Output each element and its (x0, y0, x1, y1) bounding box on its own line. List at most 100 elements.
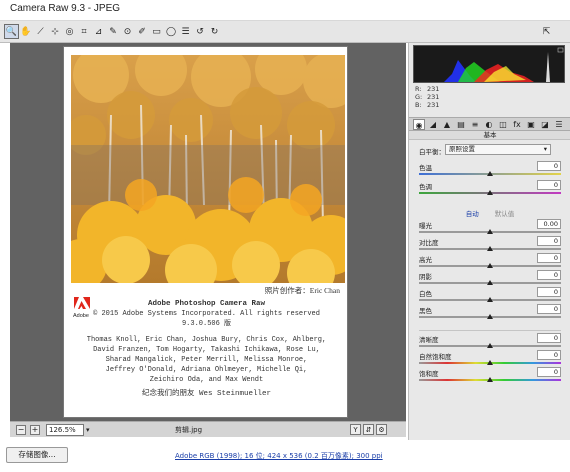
preview-settings-button[interactable]: ⚙ (376, 424, 387, 435)
panel-tab-4-icon[interactable]: ≡ (469, 119, 481, 130)
panel-tab-2-icon[interactable]: ▲ (441, 119, 453, 130)
panel-tab-6-icon[interactable]: ◫ (497, 119, 509, 130)
hand-icon[interactable]: ✋ (19, 24, 34, 39)
slider-value[interactable]: 0 (537, 287, 561, 297)
credits-line: Jeffrey O'Donald, Adriana Ohlmeyer, Mich… (105, 366, 308, 374)
panel-title: 基本 (409, 131, 570, 140)
crop-icon[interactable]: ⌗ (77, 24, 92, 39)
slider-thumb[interactable] (487, 263, 493, 268)
slider-label: 黑色 (419, 307, 432, 315)
panel-tab-7-icon[interactable]: fx (511, 119, 523, 130)
tint-slider[interactable]: 色调 0 (419, 180, 561, 197)
rgb-readout: R: 231 G: 231 B: 231 (415, 85, 440, 109)
white-balance-icon[interactable]: ⟋ (33, 24, 48, 39)
slider-thumb[interactable] (487, 314, 493, 319)
about-text: Adobe Photoshop Camera Raw © 2015 Adobe … (64, 299, 349, 399)
slider-label: 高光 (419, 256, 432, 264)
slider-row[interactable]: 黑色 0 (419, 304, 561, 321)
slider-row[interactable]: 高光 0 (419, 253, 561, 270)
title-bar: Camera Raw 9.3 - JPEG (0, 0, 570, 21)
credits-line: Thomas Knoll, Eric Chan, Joshua Bury, Ch… (86, 336, 327, 344)
adjustment-brush-icon[interactable]: ✐ (135, 24, 150, 39)
slider-value[interactable]: 0 (537, 350, 561, 360)
credits-line: David Franzen, Tom Hogarty, Takashi Ichi… (93, 346, 320, 354)
slider-label: 曝光 (419, 222, 432, 230)
auto-link[interactable]: 自动 (466, 210, 479, 218)
slider-thumb[interactable] (487, 280, 493, 285)
slider-thumb[interactable] (487, 171, 493, 176)
about-splash: 照片创作者：Eric Chan Adobe Adobe Photoshop Ca… (63, 46, 348, 418)
rotate-right-icon[interactable]: ↻ (207, 24, 222, 39)
slider-thumb[interactable] (487, 190, 493, 195)
fullscreen-toggle-icon[interactable]: ⇱ (539, 24, 554, 39)
tribute-line: 纪念我们的朋友 Wes Steinmueller (141, 390, 271, 398)
slider-label: 对比度 (419, 239, 439, 247)
zoom-out-icon[interactable]: − (16, 425, 26, 435)
slider-row[interactable]: 饱和度 0 (419, 367, 561, 384)
straighten-icon[interactable]: ⊿ (91, 24, 106, 39)
white-balance-label: 白平衡： (419, 148, 445, 156)
zoom-in-icon[interactable]: + (30, 425, 40, 435)
slider-label: 饱和度 (419, 370, 439, 378)
panel-tabs: ◉ ◢ ▲ ▤ ≡ ◐ ◫ fx ▣ ◪ ☰ (409, 117, 570, 131)
slider-row[interactable]: 对比度 0 (419, 236, 561, 253)
slider-value[interactable]: 0 (537, 367, 561, 377)
slider-value[interactable]: 0 (537, 236, 561, 246)
temperature-value[interactable]: 0 (537, 161, 561, 171)
color-sampler-icon[interactable]: ⊹ (48, 24, 63, 39)
panel-tab-9-icon[interactable]: ◪ (539, 119, 551, 130)
slider-row[interactable]: 清晰度 0 (419, 333, 561, 350)
slider-thumb[interactable] (487, 246, 493, 251)
preview-status-bar: − + 126.5% ▾ 剪辑.jpg Y ⇵ ⚙ (10, 421, 406, 437)
panel-tab-3-icon[interactable]: ▤ (455, 119, 467, 130)
panel-tab-10-icon[interactable]: ☰ (553, 119, 565, 130)
slider-thumb[interactable] (487, 297, 493, 302)
zoom-icon[interactable]: 🔍 (4, 24, 19, 39)
white-balance-select[interactable]: 原照设置 ▾ (445, 144, 551, 155)
zoom-level-field[interactable]: 126.5% (46, 424, 84, 436)
file-name: 剪辑.jpg (175, 426, 203, 434)
b-value: 231 (427, 101, 440, 109)
slider-value[interactable]: 0 (537, 333, 561, 343)
slider-row[interactable]: 阴影 0 (419, 270, 561, 287)
slider-value[interactable]: 0 (537, 270, 561, 280)
spot-removal-icon[interactable]: ✎ (106, 24, 121, 39)
slider-thumb[interactable] (487, 377, 493, 382)
temperature-slider[interactable]: 色温 0 (419, 161, 561, 178)
workflow-options-link[interactable]: Adobe RGB (1998); 16 位; 424 x 536 (0.2 百… (175, 451, 383, 461)
save-image-button[interactable]: 存储图像... (6, 447, 68, 463)
slider-row[interactable]: 自然饱和度 0 (419, 350, 561, 367)
slider-value[interactable]: 0 (537, 304, 561, 314)
slider-thumb[interactable] (487, 343, 493, 348)
copyright-line: © 2015 Adobe Systems Incorporated. All r… (93, 310, 320, 318)
slider-value[interactable]: 0.00 (537, 219, 561, 229)
slider-thumb[interactable] (487, 229, 493, 234)
slider-label: 自然饱和度 (419, 353, 452, 361)
default-link[interactable]: 默认值 (495, 210, 515, 218)
slider-thumb[interactable] (487, 360, 493, 365)
slider-row[interactable]: 白色 0 (419, 287, 561, 304)
slider-label: 清晰度 (419, 336, 439, 344)
red-eye-icon[interactable]: ⊙ (120, 24, 135, 39)
tool-strip: ⇱ 🔍 ✋ ⟋ ⊹ ◎ ⌗ ⊿ ✎ ⊙ ✐ ▭ ◯ ☰ ↺ ↻ (0, 21, 570, 43)
preferences-icon[interactable]: ☰ (178, 24, 193, 39)
product-name: Adobe Photoshop Camera Raw (147, 300, 266, 308)
preview-toggle-button[interactable]: Y (350, 424, 361, 435)
panel-tab-5-icon[interactable]: ◐ (483, 119, 495, 130)
slider-value[interactable]: 0 (537, 253, 561, 263)
graduated-filter-icon[interactable]: ▭ (149, 24, 164, 39)
divider (419, 330, 561, 331)
chevron-down-icon: ▾ (543, 145, 547, 153)
before-after-button[interactable]: ⇵ (363, 424, 374, 435)
slider-label: 阴影 (419, 273, 432, 281)
slider-row[interactable]: 曝光 0.00 (419, 219, 561, 236)
zoom-dropdown-icon[interactable]: ▾ (86, 426, 90, 434)
panel-tab-0-icon[interactable]: ◉ (413, 119, 425, 130)
radial-filter-icon[interactable]: ◯ (164, 24, 179, 39)
target-adjust-icon[interactable]: ◎ (62, 24, 77, 39)
panel-tab-1-icon[interactable]: ◢ (427, 119, 439, 130)
tint-value[interactable]: 0 (537, 180, 561, 190)
r-value: 231 (427, 85, 440, 93)
rotate-left-icon[interactable]: ↺ (193, 24, 208, 39)
panel-tab-8-icon[interactable]: ▣ (525, 119, 537, 130)
